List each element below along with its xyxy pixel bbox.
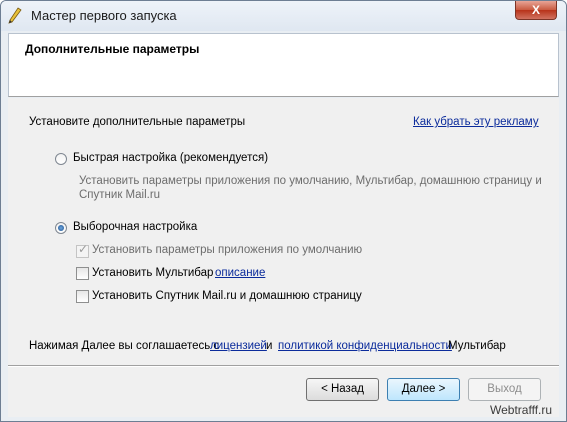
watermark: Webtrafff.ru: [490, 403, 553, 417]
license-link[interactable]: лицензией: [210, 340, 267, 352]
agreement-suffix: Мультибар: [448, 340, 506, 352]
intro-text: Установите дополнительные параметры: [29, 116, 246, 128]
custom-setup-radio[interactable]: [55, 222, 67, 234]
privacy-policy-link[interactable]: политикой конфиденциальности: [278, 340, 452, 352]
header-panel: Дополнительные параметры: [8, 33, 559, 97]
sputnik-label[interactable]: Установить Спутник Mail.ru и домашнюю ст…: [92, 290, 362, 302]
quick-setup-description-line1: Установить параметры приложения по умолч…: [79, 175, 542, 187]
multibar-description-link[interactable]: описание: [215, 267, 265, 279]
page-title: Дополнительные параметры: [25, 42, 200, 56]
remove-ad-link[interactable]: Как убрать эту рекламу: [413, 116, 539, 128]
default-params-checkbox: ✓: [76, 242, 89, 258]
custom-setup-label[interactable]: Выборочная настройка: [73, 221, 197, 233]
button-strip: < Назад Далее > Выход: [8, 367, 559, 417]
multibar-checkbox[interactable]: [76, 267, 89, 280]
close-button[interactable]: X: [515, 1, 557, 20]
window-title: Мастер первого запуска: [31, 8, 177, 23]
multibar-label[interactable]: Установить Мультибар: [92, 267, 213, 279]
quick-setup-radio[interactable]: [55, 153, 67, 165]
sputnik-checkbox[interactable]: [76, 290, 89, 303]
content-panel: Установите дополнительные параметры Как …: [8, 98, 559, 365]
back-button[interactable]: < Назад: [306, 378, 379, 401]
exit-button: Выход: [468, 378, 541, 401]
next-button[interactable]: Далее >: [387, 378, 460, 401]
agreement-prefix: Нажимая Далее вы соглашаетесь с: [29, 340, 220, 352]
setup-wizard-window: Мастер первого запуска X Дополнительные …: [0, 0, 567, 422]
quick-setup-label[interactable]: Быстрая настройка (рекомендуется): [73, 152, 268, 164]
pen-icon: [7, 7, 23, 25]
quick-setup-description-line2: Спутник Mail.ru: [79, 189, 161, 201]
agreement-and: и: [266, 340, 273, 352]
title-bar[interactable]: Мастер первого запуска X: [1, 1, 566, 31]
default-params-label: Установить параметры приложения по умолч…: [92, 244, 363, 256]
checkmark-icon: ✓: [78, 242, 89, 256]
